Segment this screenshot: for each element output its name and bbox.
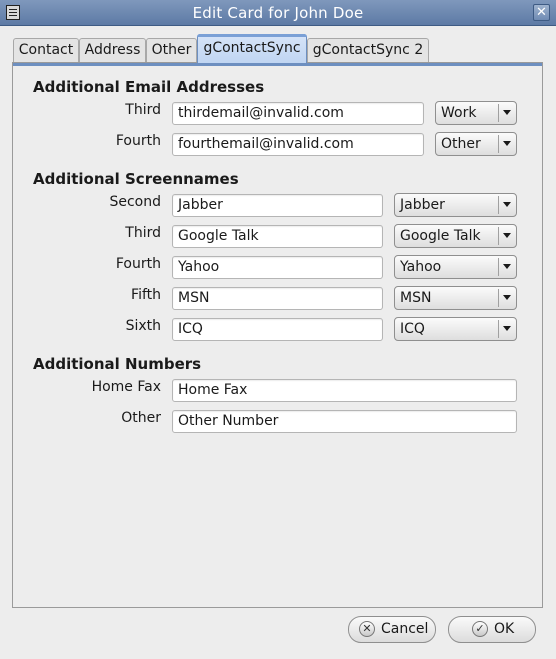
section-title-email: Additional Email Addresses xyxy=(33,78,265,96)
screenname-fifth-type-value: MSN xyxy=(400,290,432,306)
email-fourth-type-value: Other xyxy=(441,136,481,152)
screenname-fifth-type-select[interactable]: MSN xyxy=(394,286,517,310)
tab-gcontactsync[interactable]: gContactSync xyxy=(197,34,307,63)
screenname-fourth-type-select[interactable]: Yahoo xyxy=(394,255,517,279)
screenname-sixth-type-value: ICQ xyxy=(400,321,425,337)
screenname-fifth-label: Fifth xyxy=(131,287,161,303)
email-fourth-input[interactable]: fourthemail@invalid.com xyxy=(172,133,424,156)
screenname-second-type-value: Jabber xyxy=(400,197,445,213)
cancel-button[interactable]: ✕ Cancel xyxy=(348,616,436,643)
title-bar: Edit Card for John Doe ✕ xyxy=(0,0,556,26)
chevron-down-icon xyxy=(498,258,516,276)
email-third-type-select[interactable]: Work xyxy=(435,101,517,125)
home-fax-label: Home Fax xyxy=(91,379,161,395)
email-third-type-value: Work xyxy=(441,105,477,121)
chevron-down-icon xyxy=(498,227,516,245)
screenname-second-type-select[interactable]: Jabber xyxy=(394,193,517,217)
chevron-down-icon xyxy=(498,320,516,338)
screenname-third-type-select[interactable]: Google Talk xyxy=(394,224,517,248)
checkmark-icon: ✓ xyxy=(472,621,488,637)
email-third-label: Third xyxy=(125,102,161,118)
ok-button[interactable]: ✓ OK xyxy=(448,616,536,643)
chevron-down-icon xyxy=(498,289,516,307)
screenname-sixth-input[interactable]: ICQ xyxy=(172,318,383,341)
other-number-input[interactable]: Other Number xyxy=(172,410,517,433)
tab-address[interactable]: Address xyxy=(79,38,146,62)
email-fourth-label: Fourth xyxy=(115,133,161,149)
close-window-button[interactable]: ✕ xyxy=(533,4,550,21)
screenname-third-input[interactable]: Google Talk xyxy=(172,225,383,248)
screenname-fourth-label: Fourth xyxy=(115,256,161,272)
screenname-sixth-label: Sixth xyxy=(125,318,161,334)
screenname-third-label: Third xyxy=(125,225,161,241)
email-fourth-type-select[interactable]: Other xyxy=(435,132,517,156)
tab-contact[interactable]: Contact xyxy=(13,38,79,62)
email-third-input[interactable]: thirdemail@invalid.com xyxy=(172,102,424,125)
chevron-down-icon xyxy=(498,196,516,214)
tab-other[interactable]: Other xyxy=(146,38,197,62)
home-fax-input[interactable]: Home Fax xyxy=(172,379,517,402)
screenname-second-input[interactable]: Jabber xyxy=(172,194,383,217)
other-number-label: Other xyxy=(121,410,161,426)
ok-button-label: OK xyxy=(494,621,515,637)
cancel-button-label: Cancel xyxy=(381,621,429,637)
tab-gcontactsync-2[interactable]: gContactSync 2 xyxy=(307,38,429,62)
screenname-sixth-type-select[interactable]: ICQ xyxy=(394,317,517,341)
chevron-down-icon xyxy=(498,104,516,122)
screenname-third-type-value: Google Talk xyxy=(400,228,481,244)
cancel-icon: ✕ xyxy=(359,621,375,637)
window-title: Edit Card for John Doe xyxy=(192,4,364,22)
screenname-second-label: Second xyxy=(109,194,161,210)
close-icon: ✕ xyxy=(536,5,547,20)
section-title-screennames: Additional Screennames xyxy=(33,170,239,188)
chevron-down-icon xyxy=(498,135,516,153)
screenname-fifth-input[interactable]: MSN xyxy=(172,287,383,310)
section-title-numbers: Additional Numbers xyxy=(33,355,202,373)
screenname-fourth-type-value: Yahoo xyxy=(400,259,442,275)
screenname-fourth-input[interactable]: Yahoo xyxy=(172,256,383,279)
